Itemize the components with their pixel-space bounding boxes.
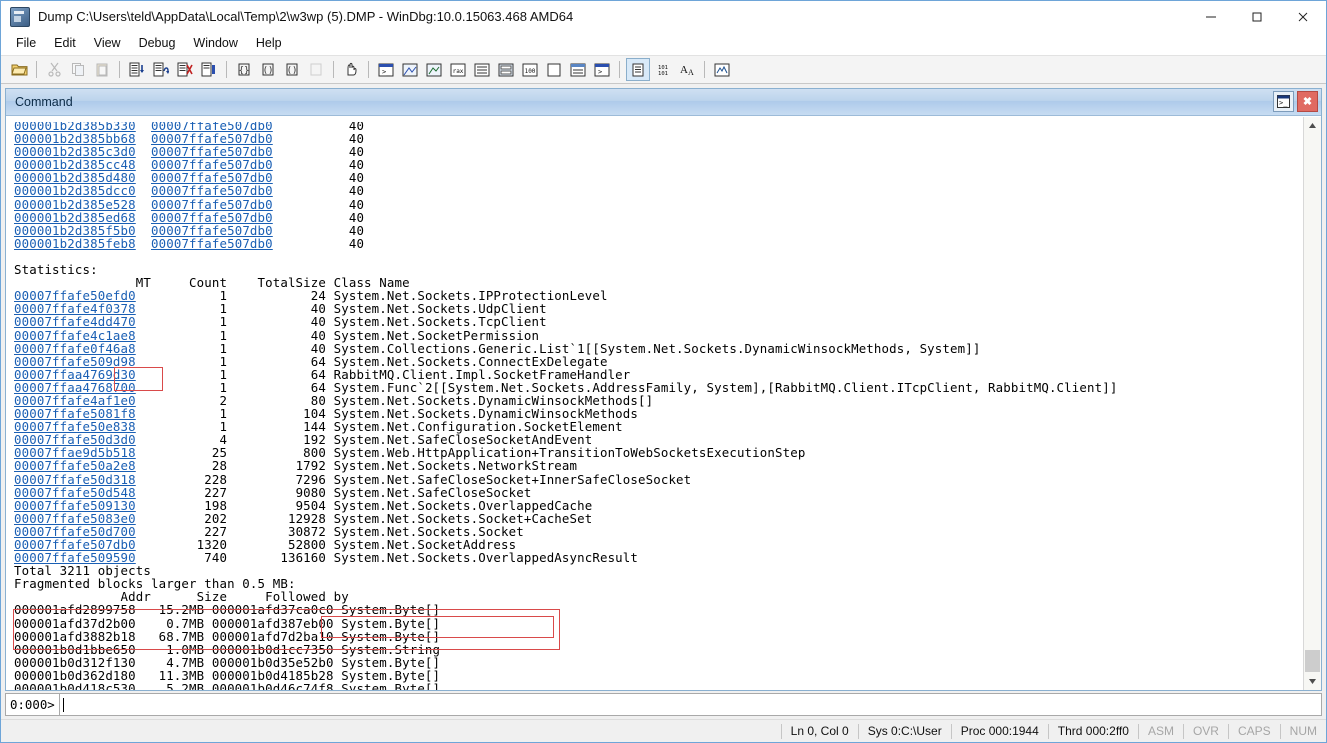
menu-item-file[interactable]: File bbox=[7, 34, 45, 52]
call-stack-window-icon[interactable] bbox=[495, 59, 517, 80]
memory-window-icon[interactable] bbox=[471, 59, 493, 80]
menu-item-window[interactable]: Window bbox=[184, 34, 246, 52]
toolbar-separator bbox=[333, 61, 334, 78]
svg-text:rax: rax bbox=[453, 68, 464, 75]
svg-text:>_: >_ bbox=[1279, 99, 1288, 107]
svg-text:A: A bbox=[680, 64, 688, 76]
command-window-title-bar: Command >_ ✖ bbox=[6, 89, 1321, 116]
hand-pause-icon[interactable] bbox=[340, 59, 362, 80]
status-sys: Sys 0:C:\User bbox=[857, 723, 951, 739]
break-icon[interactable] bbox=[305, 59, 327, 80]
command-window: Command >_ ✖ 000001b2d385b330 00007ffafe… bbox=[5, 88, 1322, 691]
paste-icon[interactable] bbox=[91, 59, 113, 80]
command-window-icon[interactable]: >_ bbox=[375, 59, 397, 80]
font-icon[interactable]: A A bbox=[676, 59, 698, 80]
svg-text:>_: >_ bbox=[382, 68, 391, 76]
run-to-cursor-icon[interactable] bbox=[174, 59, 196, 80]
command-browser-icon[interactable]: >_ bbox=[591, 59, 613, 80]
scrollbar-thumb[interactable] bbox=[1305, 650, 1320, 672]
status-asm: ASM bbox=[1137, 723, 1183, 739]
toolbar-separator bbox=[704, 61, 705, 78]
status-proc: Proc 000:1944 bbox=[950, 723, 1048, 739]
command-input[interactable] bbox=[58, 693, 1322, 716]
minimize-button[interactable] bbox=[1188, 1, 1234, 32]
menu-item-help[interactable]: Help bbox=[247, 34, 291, 52]
menu-item-debug[interactable]: Debug bbox=[130, 34, 185, 52]
step-into-icon[interactable] bbox=[126, 59, 148, 80]
svg-text:101: 101 bbox=[658, 71, 668, 77]
registers-window-icon[interactable]: rax bbox=[447, 59, 469, 80]
scroll-down-button[interactable] bbox=[1304, 673, 1321, 690]
svg-text:A: A bbox=[688, 68, 694, 77]
scrollbar-track[interactable] bbox=[1304, 134, 1321, 673]
svg-text:{}: {} bbox=[239, 66, 250, 76]
toolbar-separator bbox=[368, 61, 369, 78]
vertical-scrollbar[interactable] bbox=[1303, 117, 1321, 690]
status-line-col: Ln 0, Col 0 bbox=[780, 723, 858, 739]
step-over-icon[interactable] bbox=[150, 59, 172, 80]
step-out-icon[interactable] bbox=[198, 59, 220, 80]
command-window-label: Command bbox=[15, 95, 73, 109]
command-window-buttons: >_ ✖ bbox=[1273, 91, 1318, 112]
command-prompt-row: 0:000> bbox=[5, 693, 1322, 716]
svg-text:>_: >_ bbox=[598, 68, 607, 76]
menu-bar: File Edit View Debug Window Help bbox=[1, 32, 1326, 55]
restart-icon[interactable]: () bbox=[257, 59, 279, 80]
disassembly-window-icon[interactable]: 100 bbox=[519, 59, 541, 80]
cut-icon[interactable] bbox=[43, 59, 65, 80]
console-text: 000001b2d385b330 00007ffafe507db0 40 000… bbox=[14, 118, 1118, 690]
console-output[interactable]: 000001b2d385b330 00007ffafe507db0 40 000… bbox=[6, 117, 1303, 690]
toolbar: {} () () >_ rax 100 >_ 101 101 A A bbox=[1, 55, 1326, 84]
scratch-pad-icon[interactable] bbox=[543, 59, 565, 80]
go-icon[interactable]: {} bbox=[233, 59, 255, 80]
svg-text:(): () bbox=[287, 66, 298, 76]
processes-threads-icon[interactable] bbox=[567, 59, 589, 80]
stop-debugging-icon[interactable]: () bbox=[281, 59, 303, 80]
text-caret bbox=[62, 697, 64, 712]
toolbar-separator bbox=[36, 61, 37, 78]
toolbar-separator bbox=[119, 61, 120, 78]
clip-mask bbox=[6, 117, 1303, 122]
console-prompt-icon[interactable]: >_ bbox=[1273, 91, 1294, 112]
window-title: Dump C:\Users\teld\AppData\Local\Temp\2\… bbox=[38, 9, 574, 24]
svg-text:(): () bbox=[263, 66, 274, 76]
watch-window-icon[interactable] bbox=[399, 59, 421, 80]
status-ovr: OVR bbox=[1182, 723, 1228, 739]
status-caps: CAPS bbox=[1227, 723, 1280, 739]
scroll-up-button[interactable] bbox=[1304, 117, 1321, 134]
close-icon[interactable]: ✖ bbox=[1297, 91, 1318, 112]
copy-icon[interactable] bbox=[67, 59, 89, 80]
windbg-window: Dump C:\Users\teld\AppData\Local\Temp\2\… bbox=[0, 0, 1327, 743]
options-icon[interactable] bbox=[711, 59, 733, 80]
title-bar: Dump C:\Users\teld\AppData\Local\Temp\2\… bbox=[1, 1, 1326, 32]
status-num: NUM bbox=[1279, 723, 1326, 739]
open-file-icon[interactable] bbox=[8, 59, 30, 80]
menu-item-view[interactable]: View bbox=[85, 34, 130, 52]
close-button[interactable] bbox=[1280, 1, 1326, 32]
command-output-area: 000001b2d385b330 00007ffafe507db0 40 000… bbox=[6, 116, 1321, 690]
status-thrd: Thrd 000:2ff0 bbox=[1047, 723, 1138, 739]
maximize-button[interactable] bbox=[1234, 1, 1280, 32]
toolbar-separator bbox=[619, 61, 620, 78]
windbg-icon bbox=[10, 6, 30, 27]
status-bar: Ln 0, Col 0 Sys 0:C:\User Proc 000:1944 … bbox=[1, 719, 1326, 742]
menu-item-edit[interactable]: Edit bbox=[45, 34, 85, 52]
window-controls bbox=[1188, 1, 1326, 32]
toolbar-separator bbox=[226, 61, 227, 78]
source-mode-icon[interactable] bbox=[626, 58, 650, 81]
svg-text:100: 100 bbox=[525, 68, 536, 75]
source-line-numbers-icon[interactable]: 101 101 bbox=[652, 59, 674, 80]
locals-window-icon[interactable] bbox=[423, 59, 445, 80]
prompt-label: 0:000> bbox=[5, 693, 59, 716]
